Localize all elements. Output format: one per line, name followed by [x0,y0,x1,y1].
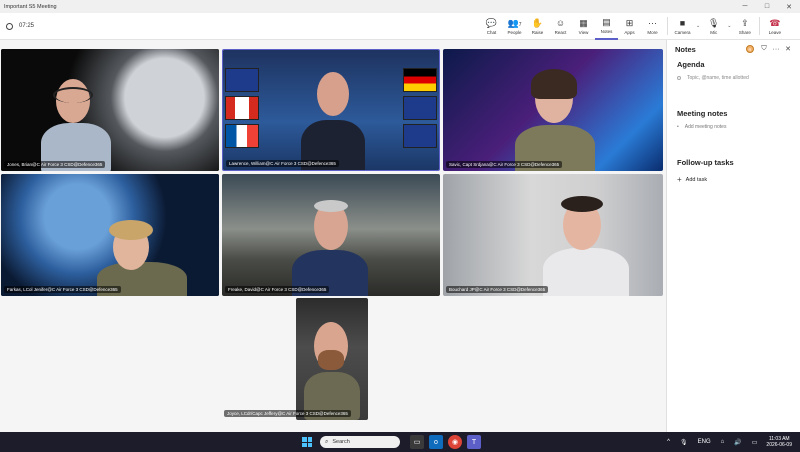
notes-pane: Notes R ⛉ ··· ✕ Agenda Topic, @name, tim… [666,40,800,432]
view-icon: ▦ [579,17,588,28]
radio-icon [677,76,681,80]
more-button[interactable]: ··· More [641,13,664,40]
participant-tile[interactable]: Lawrence, William@C Air Force 3 CSD@Defe… [222,49,440,171]
chevron-up-icon[interactable]: ^ [667,439,670,445]
toolbar-divider [759,17,761,35]
participant-name: Freake, David@C Air Force 3 CSD@Defence3… [225,286,330,293]
volume-icon[interactable]: 🔊 [734,439,741,446]
participant-tile[interactable]: Savic, Capt Srdjana@C Air Force 3 CSD@De… [443,49,663,171]
plus-icon: + [677,175,682,184]
video-stage: Jones, Brian@C Air Force 3 CSD@Defence36… [0,40,666,432]
participant-tile[interactable]: Freake, David@C Air Force 3 CSD@Defence3… [222,174,440,296]
notes-header: Notes R ⛉ ··· ✕ [667,40,800,58]
participant-tile[interactable]: Joyce, LCdr/Capc Jeffery@C Air Force 3 C… [224,298,368,420]
system-tray: ^ 🎙 ENG ⌂ 🔊 ▭ 11:03 AM 2026-06-09 [662,432,800,452]
people-icon: 👥7 [507,17,522,28]
share-button[interactable]: ⇪ Share [733,13,756,40]
notes-button[interactable]: ▤ Notes [595,13,618,40]
participant-tile[interactable]: Bouchard JP@C Air Force 3 CSD@Defence365 [443,174,663,296]
title-bar: Important S5 Meeting ─ □ ✕ [0,0,800,13]
outlook-icon[interactable]: o [429,435,443,449]
language-indicator[interactable]: ENG [698,439,711,445]
shield-icon [6,22,13,30]
france-flag [225,124,259,148]
new-zealand-flag [403,96,437,120]
agenda-heading: Agenda [677,60,705,69]
collaborator-avatar: R [746,45,754,53]
chat-button[interactable]: 💬 Chat [480,13,503,40]
germany-flag [403,68,437,92]
maximize-button[interactable]: □ [756,0,778,13]
close-window-button[interactable]: ✕ [778,0,800,13]
more-options-icon[interactable]: ··· [770,46,782,53]
meeting-notes-section: Meeting notes • Add meeting notes [667,109,800,130]
clock-date: 2026-06-09 [766,442,792,448]
apps-icon: ⊞ [625,17,634,28]
network-icon[interactable]: ⌂ [721,439,725,445]
people-button[interactable]: 👥7 People [503,13,526,40]
timer-text: 07:25 [19,23,35,29]
participant-tile[interactable]: Farkas, LCol Jenifer@C Air Force 3 CSD@D… [1,174,219,296]
participant-tile[interactable]: Jones, Brian@C Air Force 3 CSD@Defence36… [1,49,219,171]
mic-button[interactable]: 🎙 Mic [702,13,725,40]
microphone-icon[interactable]: 🎙 [680,439,688,446]
camera-button[interactable]: ■ Camera [671,13,694,40]
mic-options-chevron-icon[interactable]: ⌄ [727,23,731,29]
teams-icon[interactable]: T [467,435,481,449]
uk-flag [403,124,437,148]
toolbar-divider [667,17,668,35]
search-icon: ⌕ [325,438,329,445]
followup-section: Follow-up tasks + Add task [667,158,800,184]
agenda-item-input[interactable]: Topic, @name, time allotted [677,75,790,81]
participant-name: Bouchard JP@C Air Force 3 CSD@Defence365 [446,286,549,293]
share-icon: ⇪ [741,17,749,28]
chat-icon: 💬 [485,17,498,28]
battery-icon[interactable]: ▭ [752,439,758,446]
camera-options-chevron-icon[interactable]: ⌄ [696,23,700,29]
meeting-notes-heading: Meeting notes [677,109,728,118]
windows-taskbar: ⌕ Search ▭ o ◉ T ^ 🎙 ENG ⌂ 🔊 ▭ 11:03 AM … [0,432,800,452]
windows-start-icon[interactable] [302,437,312,447]
taskbar-center: ⌕ Search ▭ o ◉ T [302,432,481,452]
participant-name: Jones, Brian@C Air Force 3 CSD@Defence36… [4,161,106,168]
shield-icon[interactable]: ⛉ [758,45,770,53]
add-task-button[interactable]: + Add task [677,175,790,184]
minimize-button[interactable]: ─ [734,0,756,13]
people-count: 7 [518,21,522,28]
followup-heading: Follow-up tasks [677,158,734,167]
australia-flag [225,68,259,92]
react-icon: ☺ [555,17,566,28]
taskbar-search[interactable]: ⌕ Search [320,436,400,448]
raise-hand-button[interactable]: ✋ Raise [526,13,549,40]
phone-hangup-icon: ☎ [769,17,781,28]
bullet-icon: • [677,124,679,130]
clock[interactable]: 11:03 AM 2026-06-09 [766,436,792,448]
participant-name: Lawrence, William@C Air Force 3 CSD@Defe… [226,160,339,167]
mic-icon: 🎙 [707,17,720,28]
participant-name: Savic, Capt Srdjana@C Air Force 3 CSD@De… [446,161,563,168]
react-button[interactable]: ☺ React [549,13,572,40]
notes-icon: ▤ [602,16,611,27]
close-icon[interactable]: ✕ [782,45,794,53]
file-explorer-icon[interactable]: ▭ [410,435,424,449]
agenda-section: Agenda Topic, @name, time allotted [667,60,800,81]
view-button[interactable]: ▦ View [572,13,595,40]
canada-flag [225,96,259,120]
apps-button[interactable]: ⊞ Apps [618,13,641,40]
raise-hand-icon: ✋ [531,17,544,28]
add-meeting-notes-input[interactable]: • Add meeting notes [677,124,790,130]
chrome-icon[interactable]: ◉ [448,435,462,449]
meeting-toolbar: 07:25 💬 Chat 👥7 People ✋ Raise ☺ React ▦… [0,13,800,40]
participant-name: Farkas, LCol Jenifer@C Air Force 3 CSD@D… [4,286,121,293]
more-icon: ··· [648,17,657,28]
participant-name: Joyce, LCdr/Capc Jeffery@C Air Force 3 C… [224,410,351,417]
camera-icon: ■ [679,17,686,28]
notes-title: Notes [675,44,696,54]
window-title: Important S5 Meeting [4,3,57,10]
meeting-timer: 07:25 [0,22,480,30]
leave-button[interactable]: ☎ Leave [763,13,786,40]
